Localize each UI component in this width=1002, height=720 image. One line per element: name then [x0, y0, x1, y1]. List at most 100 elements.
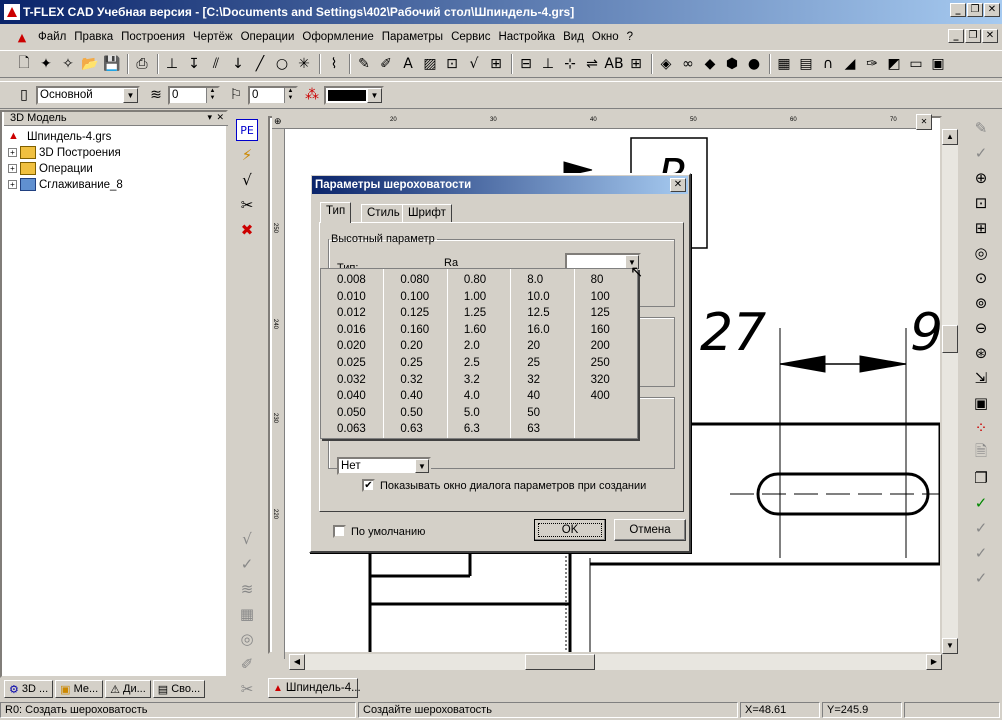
panel-close-icon[interactable]: ✕ — [216, 112, 224, 123]
sketch-icon[interactable]: ✎ — [354, 54, 374, 74]
value-cell[interactable]: 20 — [511, 338, 573, 355]
tab-3d-model[interactable]: ⚙ 3D ... — [4, 680, 54, 698]
expand-icon[interactable]: + — [8, 180, 17, 189]
mirror-icon[interactable]: ⇌ — [582, 54, 602, 74]
show-dialog-checkbox[interactable]: ✔ — [362, 479, 375, 492]
value-cell[interactable]: 0.100 — [384, 289, 446, 306]
tab-font[interactable]: Шрифт — [402, 204, 452, 223]
horizontal-scrollbar[interactable]: ◀ ▶ — [289, 654, 942, 670]
value-cell[interactable]: 1.00 — [448, 289, 510, 306]
value-cell[interactable]: 4.0 — [448, 388, 510, 405]
tab-properties[interactable]: ▤ Сво... — [152, 680, 206, 698]
value-cell[interactable]: 50 — [511, 405, 573, 422]
tolerance-icon[interactable]: ⊞ — [486, 54, 506, 74]
zoom-window-icon[interactable]: ⊞ — [970, 217, 992, 239]
roughness-icon[interactable]: √ — [236, 169, 258, 191]
pen-icon[interactable]: ✐ — [376, 54, 396, 74]
grid-icon[interactable]: ⊞ — [626, 54, 646, 74]
magnet-icon[interactable]: ∩ — [818, 54, 838, 74]
value-cell[interactable]: 12.5 — [511, 305, 573, 322]
value-cell[interactable]: 125 — [575, 305, 637, 322]
zoom-all-icon[interactable]: ⊙ — [970, 267, 992, 289]
pen-disabled-icon[interactable]: ✎ — [970, 117, 992, 139]
doc-minimize-button[interactable]: _ — [948, 29, 964, 43]
check-disabled-icon[interactable]: ✓ — [970, 142, 992, 164]
menu-service[interactable]: Сервис — [447, 31, 494, 43]
value-cell[interactable]: 0.010 — [321, 289, 383, 306]
tab-menu[interactable]: ▣ Ме... — [55, 680, 104, 698]
line-tool-icon[interactable]: ⊥ — [162, 54, 182, 74]
priority-spinner[interactable]: 0 ▲ ▼ — [248, 85, 298, 105]
default-checkbox[interactable] — [333, 525, 346, 538]
select-icon[interactable]: ⇲ — [970, 367, 992, 389]
value-cell[interactable]: 0.008 — [321, 272, 383, 289]
zoom-frame-icon[interactable]: ⊡ — [970, 192, 992, 214]
axis-icon[interactable]: ⊥ — [538, 54, 558, 74]
value-cell[interactable]: 40 — [511, 388, 573, 405]
value-cell[interactable]: 160 — [575, 322, 637, 339]
check-green-icon[interactable]: ✓ — [970, 492, 992, 514]
scroll-right-icon[interactable]: ▶ — [926, 654, 942, 670]
value-cell[interactable]: 0.125 — [384, 305, 446, 322]
zoom-in-icon[interactable]: ⊕ — [970, 167, 992, 189]
menu-drawing[interactable]: Чертёж — [189, 31, 237, 43]
3d-sphere-icon[interactable]: ● — [744, 54, 764, 74]
value-cell[interactable]: 0.50 — [384, 405, 446, 422]
layers-icon[interactable]: ≋ — [236, 578, 258, 600]
value-cell[interactable]: 0.40 — [384, 388, 446, 405]
vertical-scrollbar[interactable]: ▲ ▼ — [942, 129, 958, 654]
value-cell[interactable]: 0.032 — [321, 372, 383, 389]
menu-edit[interactable]: Правка — [70, 31, 117, 43]
value-cell[interactable]: 0.025 — [321, 355, 383, 372]
tree-root[interactable]: ▲ Шпиндель-4.grs — [8, 130, 111, 143]
ab-icon[interactable]: AB — [604, 54, 624, 74]
value-cell[interactable]: 32 — [511, 372, 573, 389]
parallel-icon[interactable]: ⫽ — [206, 54, 226, 74]
value-cell[interactable]: 80 — [575, 272, 637, 289]
tool-disabled-icon[interactable]: ✓ — [970, 542, 992, 564]
scroll-up-icon[interactable]: ▲ — [942, 129, 958, 145]
doc-icon[interactable]: ▲ — [14, 29, 30, 45]
scroll-left-icon[interactable]: ◀ — [289, 654, 305, 670]
tool-disabled-icon[interactable]: ✓ — [970, 517, 992, 539]
page-icon[interactable]: 🗎 — [970, 442, 992, 464]
scroll-down-icon[interactable]: ▼ — [942, 638, 958, 654]
scroll-thumb[interactable] — [942, 325, 958, 353]
minimize-button[interactable]: _ — [950, 3, 966, 17]
document-tab[interactable]: ▲ Шпиндель-4... — [268, 678, 361, 698]
hatch-icon[interactable]: ▨ — [420, 54, 440, 74]
value-cell[interactable]: 0.63 — [384, 421, 446, 438]
value-cell[interactable]: 2.5 — [448, 355, 510, 372]
menu-parameters[interactable]: Параметры — [378, 31, 447, 43]
paint-icon[interactable]: ◩ — [884, 54, 904, 74]
text-icon[interactable]: A — [398, 54, 418, 74]
snap-icon[interactable]: ⁘ — [970, 417, 992, 439]
doc-close-button[interactable]: ✕ — [982, 29, 998, 43]
tree-item-3d-constructions[interactable]: + 3D Построения — [8, 146, 121, 159]
dimension-icon[interactable]: ⊡ — [442, 54, 462, 74]
line-icon[interactable]: ╱ — [250, 54, 270, 74]
base-select[interactable]: Нет ▼ — [337, 457, 431, 475]
tree-item-smoothing[interactable]: + Сглаживание_8 — [8, 178, 123, 191]
ok-button[interactable]: OK — [534, 519, 606, 541]
node-icon[interactable]: ↧ — [184, 54, 204, 74]
value-cell[interactable]: 1.25 — [448, 305, 510, 322]
panel-menu-icon[interactable]: ▾ — [207, 112, 212, 123]
value-cell[interactable]: 2.0 — [448, 338, 510, 355]
table-icon[interactable]: ▦ — [774, 54, 794, 74]
menu-settings[interactable]: Настройка — [494, 31, 559, 43]
tab-diagnostics[interactable]: ⚠ Ди... — [105, 680, 151, 698]
tab-style[interactable]: Стиль — [361, 204, 406, 223]
value-cell[interactable]: 0.160 — [384, 322, 446, 339]
table-icon[interactable]: ▦ — [236, 603, 258, 625]
tool-disabled-icon[interactable]: ✓ — [970, 567, 992, 589]
fill-icon[interactable]: ◢ — [840, 54, 860, 74]
menu-construct[interactable]: Построения — [117, 31, 189, 43]
3d-body-icon[interactable]: ◈ — [656, 54, 676, 74]
variables-icon[interactable]: ▤ — [796, 54, 816, 74]
chevron-down-icon[interactable]: ▼ — [367, 87, 382, 103]
circle-icon[interactable]: ○ — [272, 54, 292, 74]
layer-combo[interactable]: Основной ▼ — [36, 85, 140, 105]
expand-icon[interactable]: + — [8, 164, 17, 173]
print-icon[interactable]: ⎙ — [132, 54, 152, 74]
